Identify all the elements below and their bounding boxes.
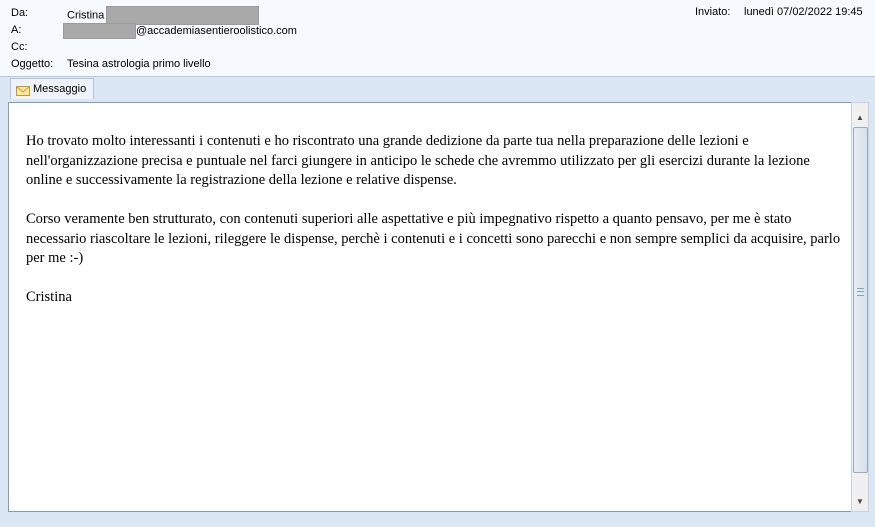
to-address: @accademiasentieroolistico.com [136, 24, 297, 37]
message-body[interactable]: Ho trovato molto interessanti i contenut… [8, 102, 853, 512]
subject-value: Tesina astrologia primo livello [67, 58, 211, 70]
redacted-recipient [63, 23, 136, 39]
sent-value: lunedì 07/02/2022 19:45 [744, 6, 863, 18]
message-text: Ho trovato molto interessanti i contenut… [26, 132, 844, 327]
cc-label: Cc: [11, 41, 28, 53]
grip-icon [857, 288, 864, 296]
tab-label: Messaggio [33, 83, 87, 95]
to-label: A: [11, 24, 22, 36]
tab-messaggio[interactable]: Messaggio [10, 78, 94, 99]
message-header: Da: Cristina Inviato: lunedì 07/02/2022 … [0, 0, 875, 77]
scrollbar-thumb[interactable] [853, 127, 868, 473]
to-value[interactable]: @accademiasentieroolistico.com [63, 23, 297, 39]
scroll-up-arrow-icon[interactable]: ▲ [853, 111, 867, 125]
message-tabbar: Messaggio [0, 77, 875, 101]
from-label: Da: [11, 7, 29, 19]
vertical-scrollbar[interactable]: ▲ ▼ [851, 102, 869, 512]
scroll-down-arrow-icon[interactable]: ▼ [853, 495, 867, 509]
signature: Cristina [26, 289, 72, 305]
message-paragraph: Corso veramente ben strutturato, con con… [26, 211, 841, 266]
sent-label: Inviato: [695, 6, 731, 18]
from-name: Cristina [67, 9, 105, 22]
message-paragraph: Ho trovato molto interessanti i contenut… [26, 133, 810, 188]
envelope-icon [16, 83, 30, 96]
subject-label: Oggetto: [11, 58, 54, 70]
